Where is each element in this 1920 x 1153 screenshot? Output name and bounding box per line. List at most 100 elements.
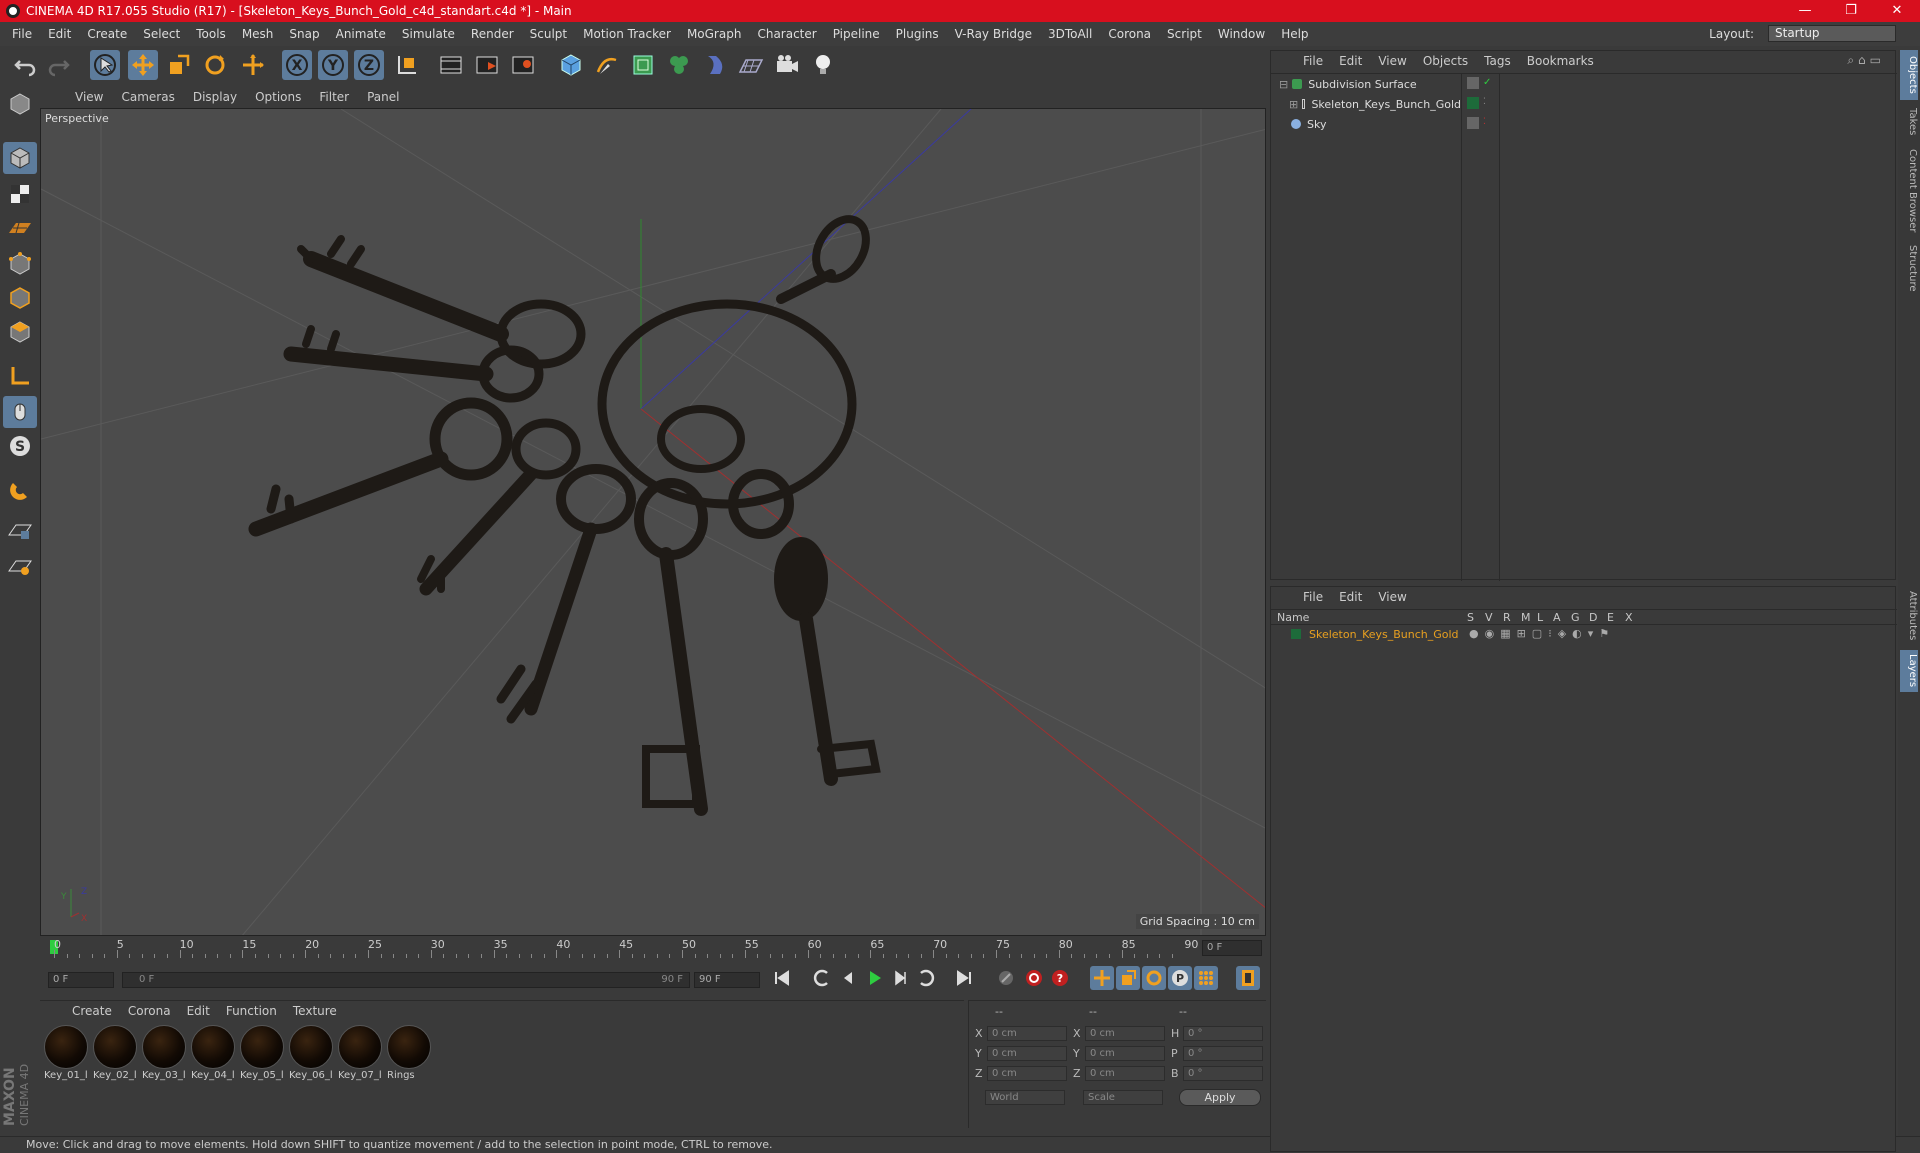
select-cursor-icon[interactable]: [90, 50, 120, 80]
size-y-field[interactable]: 0 cm: [1085, 1046, 1165, 1061]
material-menu-corona[interactable]: Corona: [120, 1004, 179, 1018]
next-frame-icon[interactable]: [888, 966, 912, 990]
material-swatch[interactable]: Rings: [387, 1025, 433, 1083]
restore-button[interactable]: ❐: [1828, 0, 1874, 22]
material-swatch[interactable]: Key_06_l: [289, 1025, 335, 1083]
menu-help[interactable]: Help: [1273, 27, 1316, 41]
current-frame-field[interactable]: 0 F: [1202, 940, 1262, 956]
go-to-end-icon[interactable]: [952, 966, 976, 990]
cloner-icon[interactable]: [664, 50, 694, 80]
menu-file[interactable]: File: [4, 27, 40, 41]
go-to-start-icon[interactable]: [770, 966, 794, 990]
start-frame-field[interactable]: 0 F: [48, 972, 114, 988]
layer-menu-view[interactable]: View: [1370, 590, 1414, 604]
viewport-perspective[interactable]: Y X Z Perspective Grid Spacing : 10 cm ✥…: [40, 108, 1266, 936]
menu-plugins[interactable]: Plugins: [888, 27, 947, 41]
polygons-mode-icon[interactable]: [3, 316, 37, 348]
rotation-h-field[interactable]: 0 °: [1183, 1026, 1263, 1041]
material-menu-create[interactable]: Create: [64, 1004, 120, 1018]
tab-layers[interactable]: Layers: [1900, 650, 1918, 692]
material-menu-function[interactable]: Function: [218, 1004, 285, 1018]
visibility-dots-icon[interactable]: ⁚: [1483, 117, 1486, 127]
rotation-p-field[interactable]: 0 °: [1183, 1046, 1263, 1061]
camera-icon[interactable]: [772, 50, 802, 80]
layer-menu-edit[interactable]: Edit: [1331, 590, 1370, 604]
position-z-field[interactable]: 0 cm: [987, 1066, 1067, 1081]
object-manager-nav-icons[interactable]: ⌕⌂▭: [1847, 53, 1885, 68]
minimize-button[interactable]: —: [1782, 0, 1828, 22]
size-z-field[interactable]: 0 cm: [1085, 1066, 1165, 1081]
undo-icon[interactable]: [10, 50, 40, 80]
play-icon[interactable]: [862, 966, 886, 990]
menu-corona[interactable]: Corona: [1100, 27, 1159, 41]
visibility-checkmark-icon[interactable]: ✓: [1483, 77, 1491, 88]
key-rotation-icon[interactable]: [1142, 966, 1166, 990]
object-menu-objects[interactable]: Objects: [1415, 54, 1476, 68]
material-swatch[interactable]: Key_02_l: [93, 1025, 139, 1083]
menu-select[interactable]: Select: [135, 27, 188, 41]
timeline-ruler[interactable]: 0 5 10 15 20 25 30 35 40 45 50 55 60 65 70 75 80 85 90 0 F: [40, 936, 1266, 960]
object-row-sky[interactable]: Sky: [1271, 115, 1461, 133]
grid-snap-icon[interactable]: [3, 550, 37, 582]
menu-vray-bridge[interactable]: V-Ray Bridge: [947, 27, 1040, 41]
viewport-menu-cameras[interactable]: Cameras: [112, 90, 183, 104]
points-mode-icon[interactable]: [3, 248, 37, 280]
layer-swatch[interactable]: [1467, 77, 1479, 89]
close-button[interactable]: ✕: [1874, 0, 1920, 22]
material-menu-texture[interactable]: Texture: [285, 1004, 345, 1018]
layout-dropdown[interactable]: Startup: [1768, 25, 1896, 42]
menu-snap[interactable]: Snap: [281, 27, 327, 41]
previous-frame-icon[interactable]: [836, 966, 860, 990]
render-view-icon[interactable]: [436, 50, 466, 80]
tweak-mode-icon[interactable]: [3, 396, 37, 428]
snap-icon[interactable]: S: [3, 430, 37, 462]
menu-mograph[interactable]: MoGraph: [679, 27, 750, 41]
object-row-subdivision-surface[interactable]: ⊟ Subdivision Surface: [1271, 75, 1461, 93]
viewport-menu-panel[interactable]: Panel: [358, 90, 408, 104]
key-pla-icon[interactable]: [1194, 966, 1218, 990]
position-x-field[interactable]: 0 cm: [987, 1026, 1067, 1041]
material-swatch[interactable]: Key_03_l: [142, 1025, 188, 1083]
menu-animate[interactable]: Animate: [328, 27, 394, 41]
next-key-icon[interactable]: [914, 966, 938, 990]
key-position-icon[interactable]: [1090, 966, 1114, 990]
model-mode-icon[interactable]: [3, 88, 37, 120]
layer-swatch[interactable]: [1467, 97, 1479, 109]
material-swatch[interactable]: Key_05_l: [240, 1025, 286, 1083]
menu-sculpt[interactable]: Sculpt: [522, 27, 575, 41]
tab-attributes[interactable]: Attributes: [1900, 586, 1918, 646]
collapse-icon[interactable]: ⊟: [1279, 78, 1288, 91]
layer-swatch[interactable]: [1467, 117, 1479, 129]
menu-create[interactable]: Create: [79, 27, 135, 41]
floor-icon[interactable]: [736, 50, 766, 80]
tab-objects[interactable]: Objects: [1900, 50, 1918, 100]
y-axis-lock-icon[interactable]: Y: [318, 50, 348, 80]
redo-icon[interactable]: [44, 50, 74, 80]
material-swatch[interactable]: Key_04_l: [191, 1025, 237, 1083]
timeline-layout-icon[interactable]: [1236, 966, 1260, 990]
viewport-menu-display[interactable]: Display: [184, 90, 246, 104]
rotate-tool-icon[interactable]: [200, 50, 230, 80]
position-y-field[interactable]: 0 cm: [987, 1046, 1067, 1061]
menu-pipeline[interactable]: Pipeline: [825, 27, 888, 41]
apply-button[interactable]: Apply: [1179, 1089, 1261, 1106]
layer-menu-file[interactable]: File: [1295, 590, 1331, 604]
menu-render[interactable]: Render: [463, 27, 522, 41]
x-axis-lock-icon[interactable]: X: [282, 50, 312, 80]
menu-script[interactable]: Script: [1159, 27, 1210, 41]
rotation-b-field[interactable]: 0 °: [1183, 1066, 1263, 1081]
menu-mesh[interactable]: Mesh: [234, 27, 282, 41]
edges-mode-icon[interactable]: [3, 282, 37, 314]
workplane-mode-icon[interactable]: [3, 212, 37, 244]
viewport-menu-options[interactable]: Options: [246, 90, 310, 104]
move-tool-icon[interactable]: [128, 50, 158, 80]
frame-range-slider[interactable]: 0 F 90 F: [122, 972, 690, 988]
deformer-icon[interactable]: [700, 50, 730, 80]
object-mode-icon[interactable]: [3, 142, 37, 174]
coordinate-system-icon[interactable]: [392, 50, 422, 80]
end-frame-field[interactable]: 90 F: [694, 972, 760, 988]
scale-tool-icon[interactable]: [164, 50, 194, 80]
auto-keying-icon[interactable]: [1022, 966, 1046, 990]
texture-mode-icon[interactable]: [3, 178, 37, 210]
menu-simulate[interactable]: Simulate: [394, 27, 463, 41]
